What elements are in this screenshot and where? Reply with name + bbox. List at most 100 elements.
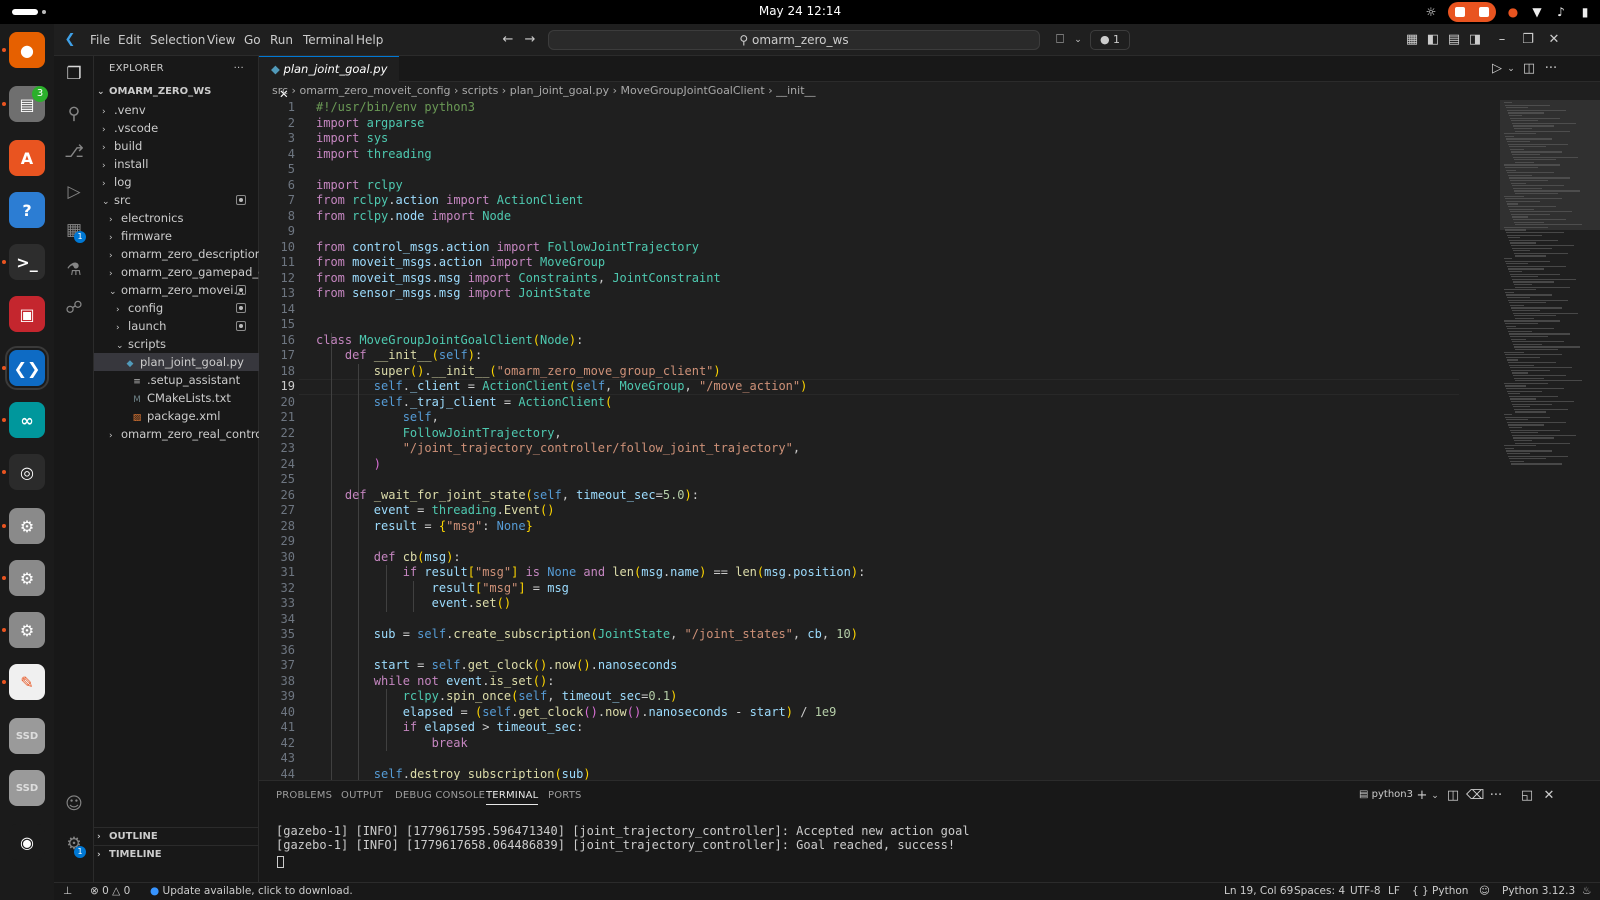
dock-app-settings-1[interactable]: ⚙ bbox=[9, 508, 45, 544]
tree-item-vscode[interactable]: › .vscode bbox=[94, 119, 259, 137]
dock-app-firefox[interactable]: ● bbox=[9, 32, 45, 68]
dock-app-app-red[interactable]: ▣ bbox=[9, 296, 45, 332]
dock-app-ssd-2[interactable]: SSD bbox=[9, 770, 45, 806]
python-icon[interactable]: ☍ bbox=[62, 296, 86, 320]
split-editor-icon[interactable]: ◫ bbox=[1521, 61, 1537, 77]
tree-item-cmakelists-txt[interactable]: M CMakeLists.txt bbox=[94, 389, 259, 407]
tree-item-src[interactable]: ⌄ src bbox=[94, 191, 259, 209]
menu-go[interactable]: Go bbox=[244, 24, 261, 56]
command-center-search[interactable]: ⚲ omarm_zero_ws bbox=[548, 30, 1040, 50]
notifications-bell-icon[interactable]: ♨ bbox=[1582, 885, 1591, 897]
chevron-down-icon[interactable]: ⌄ bbox=[1503, 61, 1519, 77]
indentation-status[interactable]: Spaces: 4 bbox=[1294, 885, 1345, 897]
menu-view[interactable]: View bbox=[207, 24, 235, 56]
eol-status[interactable]: LF bbox=[1388, 885, 1400, 897]
menu-edit[interactable]: Edit bbox=[118, 24, 141, 56]
menu-help[interactable]: Help bbox=[356, 24, 383, 56]
dock-app-ssd-1[interactable]: SSD bbox=[9, 718, 45, 754]
python-interpreter[interactable]: Python 3.12.3 bbox=[1502, 885, 1575, 897]
breadcrumb-item[interactable]: omarm_zero_moveit_config bbox=[299, 84, 450, 97]
problems-status[interactable]: ⊗ 0 △ 0 bbox=[90, 885, 130, 897]
chevron-down-icon[interactable]: ⌄ bbox=[1427, 788, 1443, 804]
dock-app-ubuntu[interactable]: ◉ bbox=[9, 824, 45, 860]
tree-item-firmware[interactable]: › firmware bbox=[94, 227, 259, 245]
toggle-primary-sidebar-icon[interactable]: ◧ bbox=[1425, 32, 1441, 48]
source-control-icon[interactable]: ⎇ bbox=[62, 140, 86, 164]
tree-item-venv[interactable]: › .venv bbox=[94, 101, 259, 119]
accounts-icon[interactable]: ☺ bbox=[62, 792, 86, 816]
tree-item-package-xml[interactable]: ▨ package.xml bbox=[94, 407, 259, 425]
tab-terminal[interactable]: TERMINAL bbox=[486, 790, 539, 805]
battery-icon[interactable]: ▮ bbox=[1578, 5, 1592, 19]
tab-output[interactable]: OUTPUT bbox=[341, 790, 383, 801]
breadcrumb[interactable]: src › omarm_zero_moveit_config › scripts… bbox=[272, 84, 816, 98]
tree-item-omarm-zero-description[interactable]: › omarm_zero_description bbox=[94, 245, 259, 263]
dock-app-text-editor[interactable]: ✎ bbox=[9, 664, 45, 700]
volume-icon[interactable]: ♪ bbox=[1554, 5, 1568, 19]
dock-app-help[interactable]: ? bbox=[9, 192, 45, 228]
tree-item-omarm-zero-gamepad-c[interactable]: › omarm_zero_gamepad_c... bbox=[94, 263, 259, 281]
dock-app-terminal[interactable]: >_ bbox=[9, 244, 45, 280]
breadcrumb-item[interactable]: MoveGroupJointGoalClient bbox=[621, 84, 765, 97]
panel-more-icon[interactable]: ··· bbox=[1488, 788, 1504, 804]
tree-item-setup-assistant[interactable]: ≡ .setup_assistant bbox=[94, 371, 259, 389]
split-terminal-icon[interactable]: ◫ bbox=[1445, 788, 1461, 804]
tab-debug-console[interactable]: DEBUG CONSOLE bbox=[395, 790, 485, 801]
dock-app-software-center[interactable]: A bbox=[9, 140, 45, 176]
tree-item-scripts[interactable]: ⌄ scripts bbox=[94, 335, 259, 353]
notification-counter[interactable]: ● 1 bbox=[1090, 30, 1130, 50]
accessibility-icon[interactable]: ☼ bbox=[1424, 5, 1438, 19]
dock-app-settings-3[interactable]: ⚙ bbox=[9, 612, 45, 648]
tree-item-build[interactable]: › build bbox=[94, 137, 259, 155]
system-clock[interactable]: May 24 12:14 bbox=[0, 4, 1600, 18]
workspace-root[interactable]: ⌄ OMARM_ZERO_WS bbox=[94, 83, 259, 101]
tree-item-omarm-zero-real-control[interactable]: › omarm_zero_real_control bbox=[94, 425, 259, 443]
minimap[interactable] bbox=[1500, 100, 1600, 780]
more-actions-icon[interactable]: ··· bbox=[234, 56, 244, 82]
copilot-icon[interactable]: ⎕ bbox=[1052, 32, 1068, 48]
remote-indicator-icon[interactable]: ⊥ bbox=[63, 885, 72, 897]
menu-terminal[interactable]: Terminal bbox=[303, 24, 354, 56]
close-panel-icon[interactable]: ✕ bbox=[1541, 788, 1557, 804]
language-mode[interactable]: { } Python bbox=[1412, 885, 1468, 897]
timeline-section[interactable]: › TIMELINE bbox=[94, 845, 259, 863]
menu-selection[interactable]: Selection bbox=[150, 24, 205, 56]
tree-item-electronics[interactable]: › electronics bbox=[94, 209, 259, 227]
dock-app-vscode[interactable]: ❮❯ bbox=[5, 346, 49, 390]
run-debug-icon[interactable]: ▷ bbox=[62, 180, 86, 204]
dock-app-arduino[interactable]: ∞ bbox=[9, 402, 45, 438]
tree-item-launch[interactable]: › launch bbox=[94, 317, 259, 335]
minimize-icon[interactable]: – bbox=[1494, 32, 1510, 48]
copilot-status-icon[interactable]: ☺ bbox=[1479, 885, 1490, 897]
explorer-icon[interactable]: ❐ bbox=[62, 62, 86, 86]
kill-terminal-trash-icon[interactable]: ⌫ bbox=[1466, 788, 1484, 804]
maximize-panel-icon[interactable]: ◱ bbox=[1519, 788, 1535, 804]
terminal-profile[interactable]: ▤ python3 bbox=[1359, 789, 1413, 800]
breadcrumb-item[interactable]: src bbox=[272, 84, 288, 97]
dock-app-obs[interactable]: ◎ bbox=[9, 454, 45, 490]
microphone-icon[interactable]: ● bbox=[1506, 5, 1520, 19]
testing-icon[interactable]: ⚗ bbox=[62, 258, 86, 282]
editor-more-icon[interactable]: ··· bbox=[1543, 61, 1559, 77]
close-window-icon[interactable]: ✕ bbox=[1546, 32, 1562, 48]
encoding-status[interactable]: UTF-8 bbox=[1350, 885, 1381, 897]
outline-section[interactable]: › OUTLINE bbox=[94, 827, 259, 845]
forward-arrow-icon[interactable]: → bbox=[522, 32, 538, 48]
dock-app-settings-2[interactable]: ⚙ bbox=[9, 560, 45, 596]
breadcrumb-item[interactable]: plan_joint_goal.py bbox=[510, 84, 609, 97]
tree-item-config[interactable]: › config bbox=[94, 299, 259, 317]
menu-file[interactable]: File bbox=[90, 24, 110, 56]
cursor-position[interactable]: Ln 19, Col 69 bbox=[1224, 885, 1293, 897]
breadcrumb-item[interactable]: scripts bbox=[462, 84, 498, 97]
tree-item-omarm-zero-movei[interactable]: ⌄ omarm_zero_movei... bbox=[94, 281, 259, 299]
restore-icon[interactable]: ❐ bbox=[1520, 32, 1536, 48]
tree-item-plan-joint-goal-py[interactable]: ◆ plan_joint_goal.py bbox=[94, 353, 259, 371]
tree-item-install[interactable]: › install bbox=[94, 155, 259, 173]
screen-recording-indicator[interactable] bbox=[1448, 2, 1496, 22]
tab-problems[interactable]: PROBLEMS bbox=[276, 790, 332, 801]
menu-run[interactable]: Run bbox=[270, 24, 293, 56]
update-notice[interactable]: ● Update available, click to download. bbox=[150, 885, 353, 897]
tab-plan-joint-goal[interactable]: ◆ plan_joint_goal.py ✕ bbox=[259, 56, 399, 101]
tab-ports[interactable]: PORTS bbox=[548, 790, 582, 801]
back-arrow-icon[interactable]: ← bbox=[500, 32, 516, 48]
